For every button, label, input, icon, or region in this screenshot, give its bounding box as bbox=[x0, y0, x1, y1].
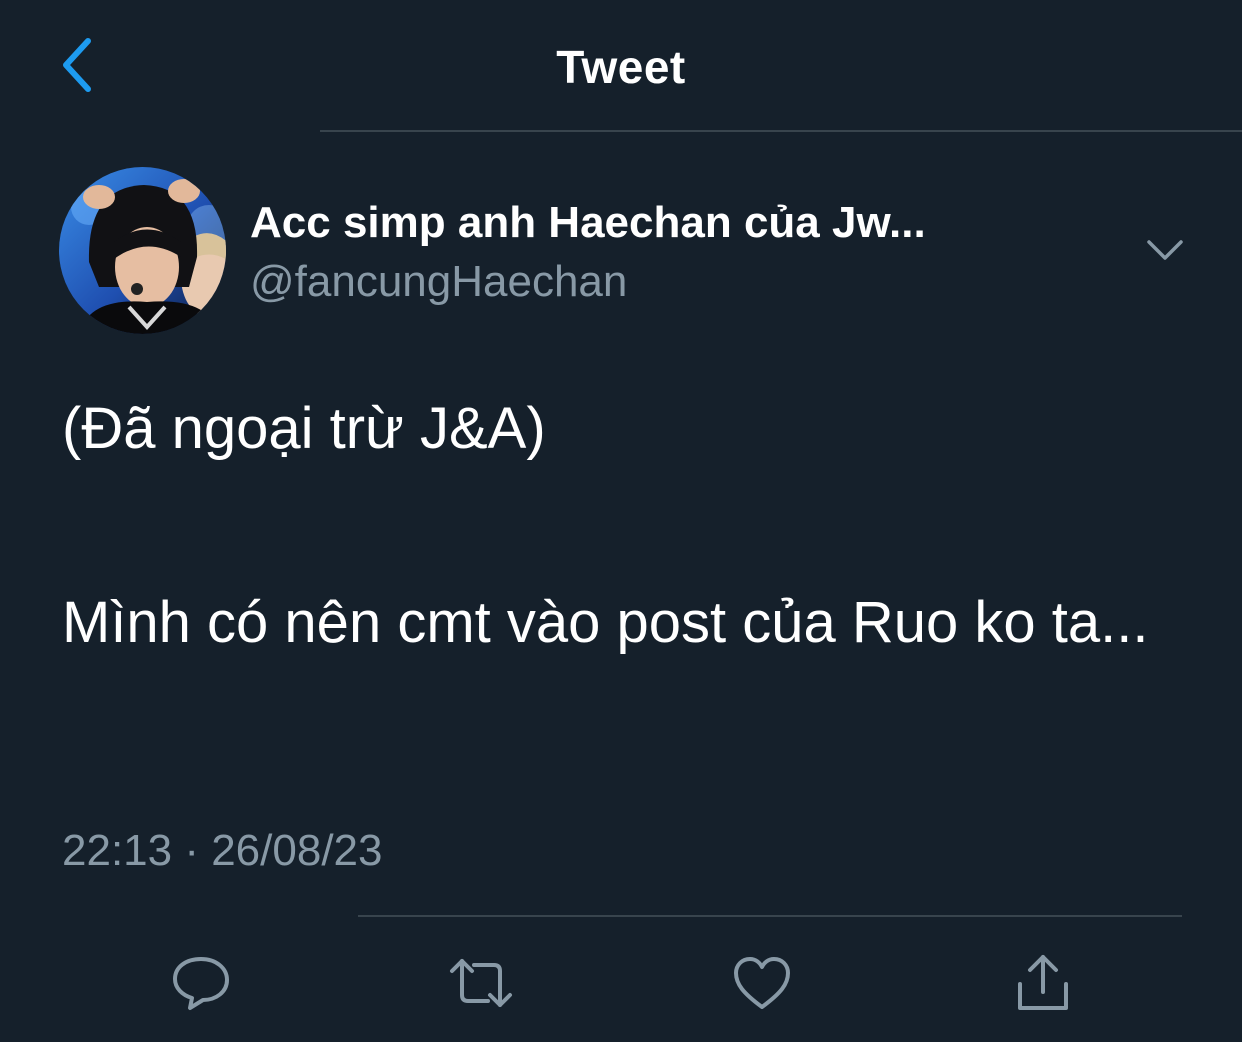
share-icon bbox=[1018, 955, 1068, 1010]
more-options-button[interactable] bbox=[1138, 228, 1192, 272]
author-display-name[interactable]: Acc simp anh Haechan của Jw... bbox=[250, 198, 926, 248]
tweet-text: (Đã ngoại trừ J&A) Mình có nên cmt vào p… bbox=[62, 380, 1212, 671]
reply-icon bbox=[173, 957, 229, 1010]
tweet-text-line: Mình có nên cmt vào post của Ruo ko ta..… bbox=[62, 590, 1149, 655]
heart-icon bbox=[734, 957, 790, 1009]
page-title: Tweet bbox=[556, 41, 686, 93]
tweet-timestamp: 22:13 · 26/08/23 bbox=[62, 826, 383, 875]
avatar[interactable] bbox=[59, 167, 226, 334]
share-button[interactable] bbox=[1008, 948, 1078, 1018]
reply-button[interactable] bbox=[166, 948, 236, 1018]
author-handle[interactable]: @fancungHaechan bbox=[250, 257, 627, 307]
action-bar-divider bbox=[358, 915, 1182, 917]
header-divider bbox=[320, 130, 1242, 132]
retweet-icon bbox=[450, 959, 512, 1007]
navigation-bar: Tweet bbox=[0, 0, 1242, 130]
like-button[interactable] bbox=[727, 948, 797, 1018]
retweet-button[interactable] bbox=[446, 948, 516, 1018]
tweet-text-line: (Đã ngoại trừ J&A) bbox=[62, 396, 546, 461]
chevron-down-icon bbox=[1147, 240, 1183, 260]
